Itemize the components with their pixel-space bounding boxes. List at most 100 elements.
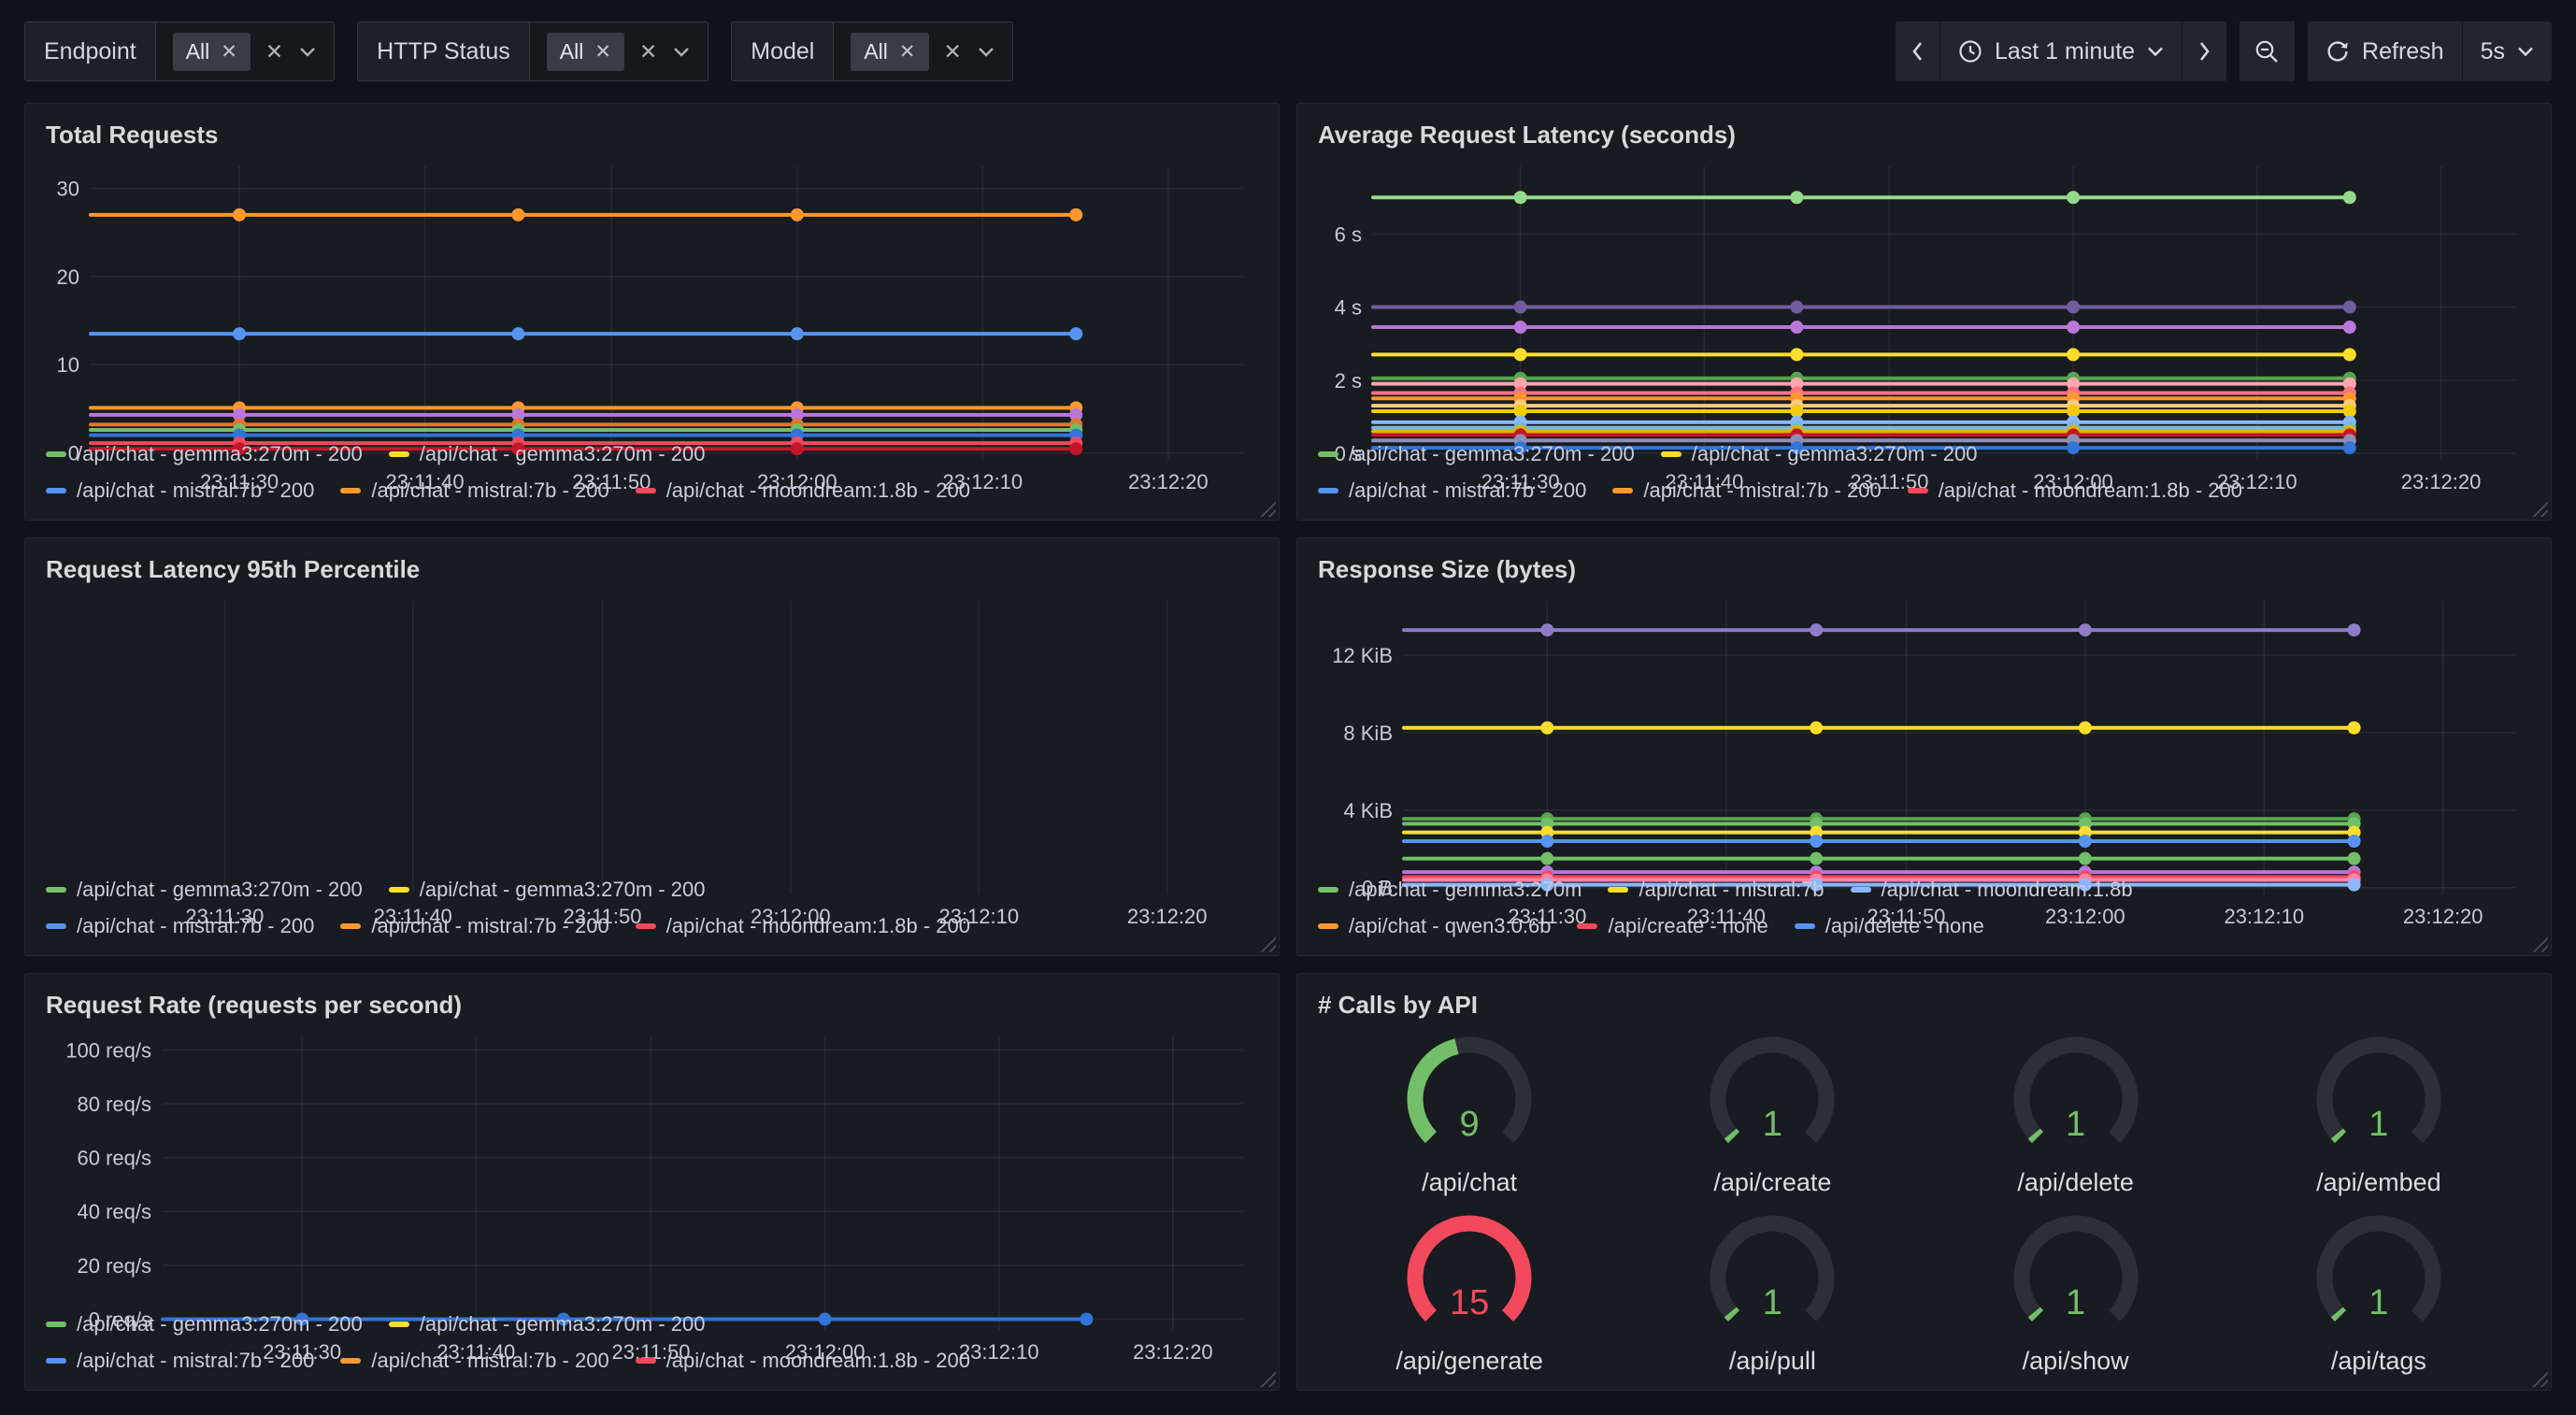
legend-item[interactable]: /api/chat - gemma3:270m - 200 [389, 1312, 706, 1336]
panel-title[interactable]: # Calls by API [1318, 991, 2530, 1020]
gauge-api-delete: 1/api/delete [1925, 1023, 2227, 1202]
average-request-latency-legend: /api/chat - gemma3:270m - 200/api/chat -… [1318, 442, 2530, 503]
panel-title[interactable]: Request Rate (requests per second) [46, 991, 1258, 1020]
legend-item[interactable]: /api/chat - moondream:1.8b - 200 [636, 1349, 970, 1373]
filter-endpoint-value[interactable]: All ✕ ✕ [156, 22, 334, 80]
legend-item[interactable]: /api/chat - mistral:7b [1608, 878, 1824, 902]
legend-item[interactable]: /api/chat - gemma3:270m - 200 [1661, 442, 1978, 466]
refresh-button[interactable]: Refresh [2308, 21, 2462, 81]
panel-title[interactable]: Request Latency 95th Percentile [46, 555, 1258, 584]
chip-remove-icon[interactable]: ✕ [221, 42, 237, 62]
data-point [1514, 348, 1527, 361]
panel-title[interactable]: Total Requests [46, 121, 1258, 150]
legend-series-marker [340, 1358, 361, 1364]
refresh-interval-button[interactable]: 5s [2462, 21, 2552, 81]
filter-model-label: Model [732, 22, 834, 80]
panel-resize-handle[interactable] [2529, 1368, 2548, 1387]
data-point [1810, 852, 1823, 865]
filter-http-status-value[interactable]: All ✕ ✕ [530, 22, 708, 80]
legend-item[interactable]: /api/delete - none [1795, 914, 1984, 938]
legend-series-marker [636, 923, 656, 929]
legend-item[interactable]: /api/chat - mistral:7b - 200 [340, 1349, 608, 1373]
refresh-group: Refresh 5s [2308, 21, 2552, 81]
legend-item[interactable]: /api/chat - gemma3:270m [1318, 878, 1581, 902]
panel-title[interactable]: Response Size (bytes) [1318, 555, 2530, 584]
clear-selection-icon[interactable]: ✕ [265, 41, 283, 63]
panel-resize-handle[interactable] [1257, 1368, 1276, 1387]
average-request-latency-chart[interactable]: 23:11:3023:11:4023:11:5023:12:0023:12:10… [1318, 153, 2530, 438]
data-point [511, 327, 524, 340]
svg-text:100 req/s: 100 req/s [65, 1038, 151, 1062]
legend-item[interactable]: /api/chat - gemma3:270m - 200 [389, 442, 706, 466]
data-point [1540, 852, 1553, 865]
refresh-icon [2326, 39, 2350, 64]
panel-resize-handle[interactable] [2529, 934, 2548, 952]
clear-selection-icon[interactable]: ✕ [639, 41, 657, 63]
legend-item[interactable]: /api/chat - mistral:7b - 200 [1318, 479, 1586, 503]
request-latency-p95-chart[interactable]: 23:11:3023:11:4023:11:5023:12:0023:12:10… [46, 588, 1258, 873]
legend-item[interactable]: /api/chat - moondream:1.8b - 200 [636, 479, 970, 503]
filter-http-status-chip[interactable]: All ✕ [547, 33, 624, 71]
data-point [1514, 301, 1527, 314]
clear-selection-icon[interactable]: ✕ [944, 41, 962, 63]
zoom-out-button[interactable] [2240, 21, 2295, 81]
legend-item[interactable]: /api/chat - moondream:1.8b - 200 [1908, 479, 2242, 503]
panel-request-latency-p95: Request Latency 95th Percentile 23:11:30… [24, 537, 1280, 955]
legend-series-label: /api/chat - mistral:7b - 200 [77, 1349, 314, 1373]
legend-item[interactable]: /api/chat - gemma3:270m - 200 [46, 1312, 363, 1336]
time-shift-forward-button[interactable] [2182, 21, 2226, 81]
data-point [2079, 852, 2092, 865]
clock-icon [1958, 39, 1982, 64]
data-point [1540, 623, 1553, 636]
chevron-down-icon[interactable] [298, 46, 317, 58]
panel-title[interactable]: Average Request Latency (seconds) [1318, 121, 2530, 150]
time-range-picker-button[interactable]: Last 1 minute [1939, 21, 2182, 81]
legend-item[interactable]: /api/chat - mistral:7b - 200 [46, 914, 314, 938]
chip-remove-icon[interactable]: ✕ [594, 42, 611, 62]
chip-remove-icon[interactable]: ✕ [899, 42, 916, 62]
filter-endpoint-chip[interactable]: All ✕ [173, 33, 250, 71]
legend-item[interactable]: /api/chat - moondream:1.8b - 200 [636, 914, 970, 938]
legend-item[interactable]: /api/chat - gemma3:270m - 200 [389, 878, 706, 902]
time-shift-back-button[interactable] [1896, 21, 1939, 81]
legend-series-marker [46, 488, 66, 493]
panel-resize-handle[interactable] [1257, 498, 1276, 517]
filter-model-chip[interactable]: All ✕ [851, 33, 928, 71]
response-size-chart[interactable]: 23:11:3023:11:4023:11:5023:12:0023:12:10… [1318, 588, 2530, 873]
request-rate-chart[interactable]: 23:11:3023:11:4023:11:5023:12:0023:12:10… [46, 1023, 1258, 1308]
legend-item[interactable]: /api/create - none [1577, 914, 1767, 938]
legend-series-marker [1795, 923, 1815, 929]
legend-item[interactable]: /api/chat - gemma3:270m - 200 [1318, 442, 1635, 466]
panel-resize-handle[interactable] [2529, 498, 2548, 517]
data-point [2067, 191, 2080, 204]
chevron-down-icon[interactable] [977, 46, 995, 58]
legend-series-marker [46, 1358, 66, 1364]
data-point [1810, 722, 1823, 735]
panel-resize-handle[interactable] [1257, 934, 1276, 952]
response-size-legend: /api/chat - gemma3:270m/api/chat - mistr… [1318, 878, 2530, 938]
legend-item[interactable]: /api/chat - gemma3:270m - 200 [46, 878, 363, 902]
filter-model-value[interactable]: All ✕ ✕ [834, 22, 1011, 80]
legend-item[interactable]: /api/chat - moondream:1.8b [1851, 878, 2133, 902]
total-requests-chart[interactable]: 23:11:3023:11:4023:11:5023:12:0023:12:10… [46, 153, 1258, 438]
legend-item[interactable]: /api/chat - mistral:7b - 200 [46, 1349, 314, 1373]
legend-series-marker [1318, 451, 1338, 457]
legend-item[interactable]: /api/chat - mistral:7b - 200 [1612, 479, 1881, 503]
data-point [2348, 852, 2361, 865]
legend-series-marker [636, 488, 656, 493]
svg-text:12 KiB: 12 KiB [1332, 644, 1393, 667]
legend-item[interactable]: /api/chat - mistral:7b - 200 [340, 914, 608, 938]
legend-series-marker [46, 923, 66, 929]
legend-item[interactable]: /api/chat - qwen3:0.6b [1318, 914, 1551, 938]
total-requests-legend: /api/chat - gemma3:270m - 200/api/chat -… [46, 442, 1258, 503]
chevron-down-icon[interactable] [672, 46, 691, 58]
gauge-api-pull: 1/api/pull [1621, 1202, 1924, 1380]
legend-item[interactable]: /api/chat - gemma3:270m - 200 [46, 442, 363, 466]
data-point [2079, 835, 2092, 848]
legend-item[interactable]: /api/chat - mistral:7b - 200 [46, 479, 314, 503]
data-point [1790, 191, 1803, 204]
gauge-label: /api/pull [1729, 1347, 1816, 1376]
gauge-value: 1 [1683, 1283, 1861, 1323]
legend-item[interactable]: /api/chat - mistral:7b - 200 [340, 479, 608, 503]
legend-series-label: /api/chat - moondream:1.8b - 200 [666, 1349, 970, 1373]
